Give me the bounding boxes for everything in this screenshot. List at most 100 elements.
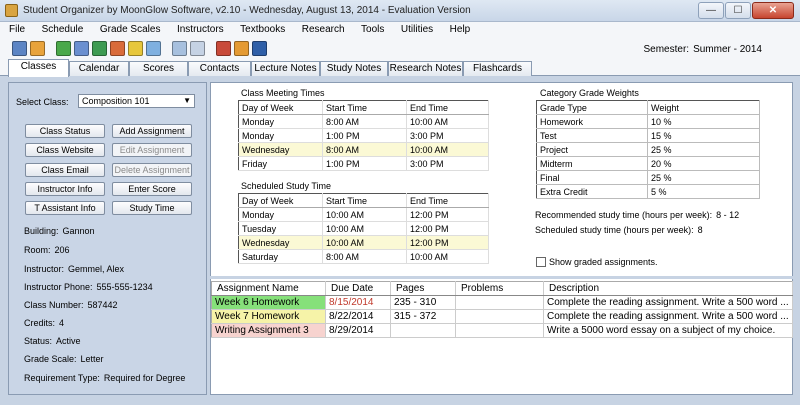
calendar-icon[interactable] bbox=[110, 41, 125, 56]
minimize-button[interactable]: — bbox=[698, 2, 724, 19]
table-row[interactable]: Wednesday 8:00 AM 10:00 AM bbox=[238, 142, 489, 157]
table-row[interactable]: Midterm 20 % bbox=[536, 156, 760, 171]
grades-icon[interactable] bbox=[128, 41, 143, 56]
column-header[interactable]: Start Time bbox=[322, 193, 407, 208]
semester-indicator: Semester: Summer - 2014 bbox=[644, 44, 763, 55]
column-header[interactable]: Weight bbox=[647, 100, 760, 115]
tab-calendar[interactable]: Calendar bbox=[69, 61, 129, 76]
maximize-button[interactable]: ☐ bbox=[725, 2, 751, 19]
assignment-due: 8/29/2014 bbox=[325, 323, 391, 338]
tab-study-notes[interactable]: Study Notes bbox=[320, 61, 388, 76]
class-status-button[interactable]: Class Status bbox=[25, 124, 105, 138]
column-header[interactable]: End Time bbox=[406, 100, 489, 115]
tab-contacts[interactable]: Contacts bbox=[188, 61, 251, 76]
table-row[interactable]: Homework 10 % bbox=[536, 114, 760, 129]
semester-label: Semester: bbox=[643, 44, 690, 55]
info-class-number: Class Number: 587442 bbox=[24, 300, 118, 310]
instructor-info-button[interactable]: Instructor Info bbox=[25, 182, 105, 196]
close-button[interactable]: ✕ bbox=[752, 2, 794, 19]
info-room: Room: 206 bbox=[24, 245, 70, 255]
notes-icon[interactable] bbox=[74, 41, 89, 56]
table-row[interactable]: Friday 1:00 PM 3:00 PM bbox=[238, 156, 489, 171]
table-row[interactable]: Project 25 % bbox=[536, 142, 760, 157]
menu-grade-scales[interactable]: Grade Scales bbox=[91, 22, 166, 35]
menu-utilities[interactable]: Utilities bbox=[392, 22, 438, 35]
select-class-label: Select Class: bbox=[16, 97, 69, 107]
study-time-button[interactable]: Study Time bbox=[112, 201, 192, 215]
menu-textbooks[interactable]: Textbooks bbox=[231, 22, 290, 35]
table-row[interactable]: Test 15 % bbox=[536, 128, 760, 143]
menu-bar: File Schedule Grade Scales Instructors T… bbox=[0, 22, 800, 39]
alarm-icon[interactable] bbox=[146, 41, 161, 56]
main-tabs: Classes Calendar Scores Contacts Lecture… bbox=[0, 59, 800, 77]
column-header[interactable]: Description bbox=[543, 281, 793, 296]
books-icon[interactable] bbox=[92, 41, 107, 56]
table-row[interactable]: Week 7 Homework 8/22/2014 315 - 372 Comp… bbox=[211, 309, 793, 324]
table-row[interactable]: Monday 1:00 PM 3:00 PM bbox=[238, 128, 489, 143]
table-row[interactable]: Writing Assignment 3 8/29/2014 Write a 5… bbox=[211, 323, 793, 338]
column-header[interactable]: Problems bbox=[455, 281, 544, 296]
menu-help[interactable]: Help bbox=[441, 22, 476, 35]
info-requirement-type: Requirement Type: Required for Degree bbox=[24, 373, 186, 383]
grade-weights-title: Category Grade Weights bbox=[540, 88, 639, 98]
print-icon[interactable] bbox=[234, 41, 249, 56]
semester-value: Summer - 2014 bbox=[693, 44, 762, 55]
delete-assignment-button[interactable]: Delete Assignment bbox=[112, 163, 192, 177]
column-header[interactable]: Grade Type bbox=[536, 100, 648, 115]
column-header[interactable]: End Time bbox=[406, 193, 489, 208]
menu-file[interactable]: File bbox=[0, 22, 30, 35]
tab-classes[interactable]: Classes bbox=[8, 59, 69, 77]
table-row[interactable]: Tuesday 10:00 AM 12:00 PM bbox=[238, 221, 489, 236]
column-header[interactable]: Due Date bbox=[325, 281, 391, 296]
schedule-icon[interactable] bbox=[56, 41, 71, 56]
column-header[interactable]: Day of Week bbox=[238, 193, 323, 208]
show-graded-checkbox[interactable] bbox=[536, 257, 546, 267]
assignment-due: 8/22/2014 bbox=[325, 309, 391, 324]
info-instructor-phone: Instructor Phone: 555-555-1234 bbox=[24, 282, 153, 292]
edit-icon[interactable] bbox=[30, 41, 45, 56]
scheduled-study-time: Scheduled study time (hours per week): 8 bbox=[535, 225, 703, 235]
add-assignment-button[interactable]: Add Assignment bbox=[112, 124, 192, 138]
tab-research-notes[interactable]: Research Notes bbox=[388, 61, 463, 76]
panel-splitter[interactable] bbox=[210, 276, 793, 279]
show-graded-label[interactable]: Show graded assignments. bbox=[549, 257, 658, 267]
menu-schedule[interactable]: Schedule bbox=[33, 22, 89, 35]
assignment-description: Write a 5000 word essay on a subject of … bbox=[543, 323, 793, 338]
assignment-problems bbox=[455, 295, 544, 310]
assistant-info-button[interactable]: T Assistant Info bbox=[25, 201, 105, 215]
menu-instructors[interactable]: Instructors bbox=[168, 22, 229, 35]
table-row[interactable]: Extra Credit 5 % bbox=[536, 184, 760, 199]
menu-tools[interactable]: Tools bbox=[352, 22, 389, 35]
class-email-button[interactable]: Class Email bbox=[25, 163, 105, 177]
meeting-times-table: Day of Week Start Time End Time Monday 8:00… bbox=[238, 100, 489, 171]
tools-icon[interactable] bbox=[216, 41, 231, 56]
menu-research[interactable]: Research bbox=[293, 22, 350, 35]
assignment-pages: 315 - 372 bbox=[390, 309, 456, 324]
tab-scores[interactable]: Scores bbox=[129, 61, 188, 76]
enter-score-button[interactable]: Enter Score bbox=[112, 182, 192, 196]
study-time-table: Day of Week Start Time End Time Monday 10:0… bbox=[238, 193, 489, 264]
info-status: Status: Active bbox=[24, 336, 81, 346]
app-icon bbox=[5, 4, 18, 17]
class-website-button[interactable]: Class Website bbox=[25, 143, 105, 157]
tab-flashcards[interactable]: Flashcards bbox=[463, 61, 532, 76]
contacts-icon[interactable] bbox=[172, 41, 187, 56]
edit-assignment-button[interactable]: Edit Assignment bbox=[112, 143, 192, 157]
exit-icon[interactable] bbox=[252, 41, 267, 56]
column-header[interactable]: Assignment Name bbox=[211, 281, 326, 296]
table-row[interactable]: Wednesday 10:00 AM 12:00 PM bbox=[238, 235, 489, 250]
column-header[interactable]: Day of Week bbox=[238, 100, 323, 115]
assignment-problems bbox=[455, 323, 544, 338]
table-row[interactable]: Monday 10:00 AM 12:00 PM bbox=[238, 207, 489, 222]
table-row[interactable]: Saturday 8:00 AM 10:00 AM bbox=[238, 249, 489, 264]
column-header[interactable]: Pages bbox=[390, 281, 456, 296]
search-icon[interactable] bbox=[190, 41, 205, 56]
class-select[interactable]: Composition 101 ▼ bbox=[78, 94, 195, 108]
tab-lecture-notes[interactable]: Lecture Notes bbox=[251, 61, 320, 76]
table-row[interactable]: Week 6 Homework 8/15/2014 235 - 310 Comp… bbox=[211, 295, 793, 310]
table-row[interactable]: Monday 8:00 AM 10:00 AM bbox=[238, 114, 489, 129]
table-row[interactable]: Final 25 % bbox=[536, 170, 760, 185]
new-class-icon[interactable] bbox=[12, 41, 27, 56]
assignment-name: Writing Assignment 3 bbox=[211, 323, 326, 338]
column-header[interactable]: Start Time bbox=[322, 100, 407, 115]
